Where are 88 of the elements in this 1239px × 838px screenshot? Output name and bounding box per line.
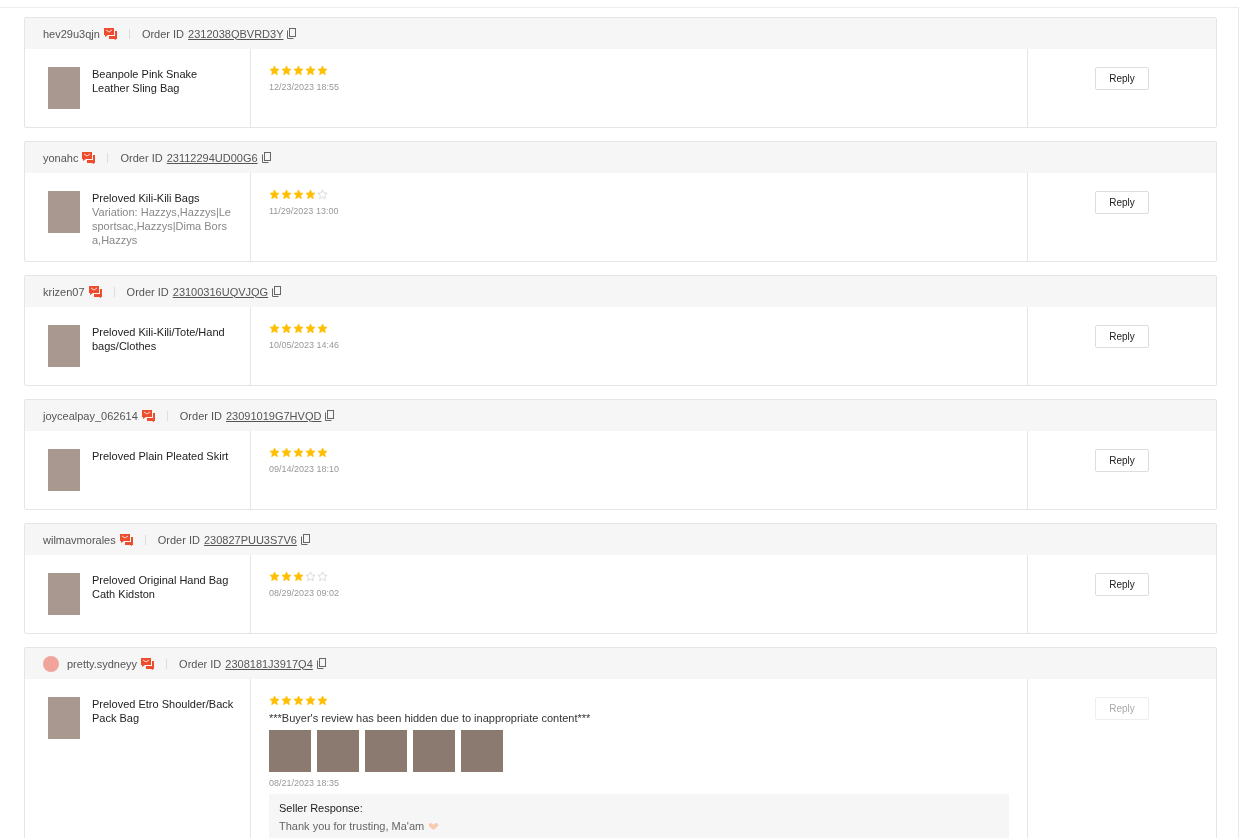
order-id-link[interactable]: 23112294UD00G6 <box>166 151 258 164</box>
copy-icon[interactable] <box>316 658 326 669</box>
photo-placeholder <box>48 67 80 109</box>
seller-response-text: Thank you for trusting, Ma'am <box>279 820 425 832</box>
product-variation: Variation: Hazzys,Hazzys|Lesportsac,Hazzys|Dima Borsa,Hazzys <box>92 205 232 247</box>
reply-button[interactable]: Reply <box>1095 325 1149 348</box>
order-label: Order ID <box>141 27 185 40</box>
star-filled-icon <box>293 695 304 706</box>
review-date: 11/29/2023 13:00 <box>269 206 340 216</box>
star-filled-icon <box>269 65 280 76</box>
reply-button[interactable]: Reply <box>1095 67 1149 90</box>
star-filled-icon <box>317 447 328 458</box>
star-filled-icon <box>281 189 292 200</box>
chat-icon[interactable] <box>119 533 133 546</box>
product-name: Preloved Kili-Kili Bags <box>92 191 201 205</box>
seller-response-title: Seller Response: <box>279 802 364 814</box>
photo-placeholder <box>48 697 80 739</box>
photo-placeholder <box>48 191 80 233</box>
photo-placeholder <box>48 325 80 367</box>
product-name: Preloved Etro Shoulder/Back Pack Bag <box>92 697 234 725</box>
order-label: Order ID <box>126 285 169 298</box>
buyer-name: yonahc <box>43 151 79 164</box>
star-filled-icon <box>293 189 304 200</box>
star-filled-icon <box>281 65 292 76</box>
reply-button[interactable]: Reply <box>1095 191 1149 214</box>
buyer-name: wilmavmorales <box>43 533 116 546</box>
star-filled-icon <box>269 695 280 706</box>
chat-icon[interactable] <box>103 27 117 40</box>
review-text: ***Buyer's review has been hidden due to inappropriate content*** <box>269 712 592 724</box>
chat-icon[interactable] <box>141 657 155 670</box>
review-date: 09/14/2023 18:10 <box>269 464 341 474</box>
star-filled-icon <box>305 65 316 76</box>
star-filled-icon <box>281 571 292 582</box>
star-filled-icon <box>293 65 304 76</box>
star-filled-icon <box>305 447 316 458</box>
review-date: 12/23/2023 18:55 <box>269 82 341 92</box>
review-date: 10/05/2023 14:46 <box>269 340 341 350</box>
order-label: Order ID <box>179 409 222 422</box>
buyer-name: krizen07 <box>43 285 85 298</box>
star-filled-icon <box>317 65 328 76</box>
reply-button[interactable]: Reply <box>1095 573 1149 596</box>
product-name: Preloved Kili-Kili/Tote/Hand bags/Clothes <box>92 325 226 353</box>
star-filled-icon <box>269 189 280 200</box>
reply-button[interactable]: Reply <box>1095 449 1149 472</box>
star-filled-icon <box>317 695 328 706</box>
copy-icon[interactable] <box>325 410 335 421</box>
buyer-name: joycealpay_062614 <box>43 409 138 422</box>
star-filled-icon <box>293 571 304 582</box>
order-id-link[interactable]: 230827PUU3S7V6 <box>203 533 297 546</box>
heart-hands-icon <box>428 821 440 831</box>
star-filled-icon <box>269 323 280 334</box>
photo-placeholder <box>48 449 80 491</box>
review-date: 08/29/2023 09:02 <box>269 588 341 598</box>
order-label: Order ID <box>157 533 200 546</box>
star-filled-icon <box>281 695 292 706</box>
star-filled-icon <box>305 695 316 706</box>
order-id-link[interactable]: 23100316UQVJQG <box>172 285 269 298</box>
chat-icon[interactable] <box>88 285 102 298</box>
copy-icon[interactable] <box>287 28 297 39</box>
order-id-link[interactable]: 2308181J3917Q4 <box>225 657 313 670</box>
chat-icon[interactable] <box>82 151 96 164</box>
copy-icon[interactable] <box>261 152 271 163</box>
star-outline-icon <box>317 189 328 200</box>
copy-icon[interactable] <box>300 534 310 545</box>
star-filled-icon <box>269 447 280 458</box>
product-name: Preloved Plain Pleated Skirt <box>92 449 229 463</box>
order-label: Order ID <box>179 657 222 670</box>
review-date: 08/21/2023 18:35 <box>269 778 341 788</box>
star-filled-icon <box>269 571 280 582</box>
star-filled-icon <box>317 323 328 334</box>
copy-icon[interactable] <box>272 286 282 297</box>
star-filled-icon <box>281 447 292 458</box>
star-outline-icon <box>305 571 316 582</box>
photo-placeholder <box>48 573 80 615</box>
star-filled-icon <box>305 323 316 334</box>
order-label: Order ID <box>120 151 163 164</box>
star-filled-icon <box>293 447 304 458</box>
star-filled-icon <box>293 323 304 334</box>
star-outline-icon <box>317 571 328 582</box>
product-name: Preloved Original Hand Bag Cath Kidston <box>92 573 230 601</box>
product-name: Beanpole Pink Snake Leather Sling Bag <box>92 67 199 95</box>
order-id-link[interactable]: 23091019G7HVQD <box>226 409 322 422</box>
star-filled-icon <box>305 189 316 200</box>
chat-icon[interactable] <box>141 409 155 422</box>
star-filled-icon <box>281 323 292 334</box>
buyer-name: pretty.sydneyy <box>67 657 138 670</box>
order-id-link[interactable]: 2312038QBVRD3Y <box>188 27 284 40</box>
buyer-name: hev29u3qjn <box>43 27 100 40</box>
